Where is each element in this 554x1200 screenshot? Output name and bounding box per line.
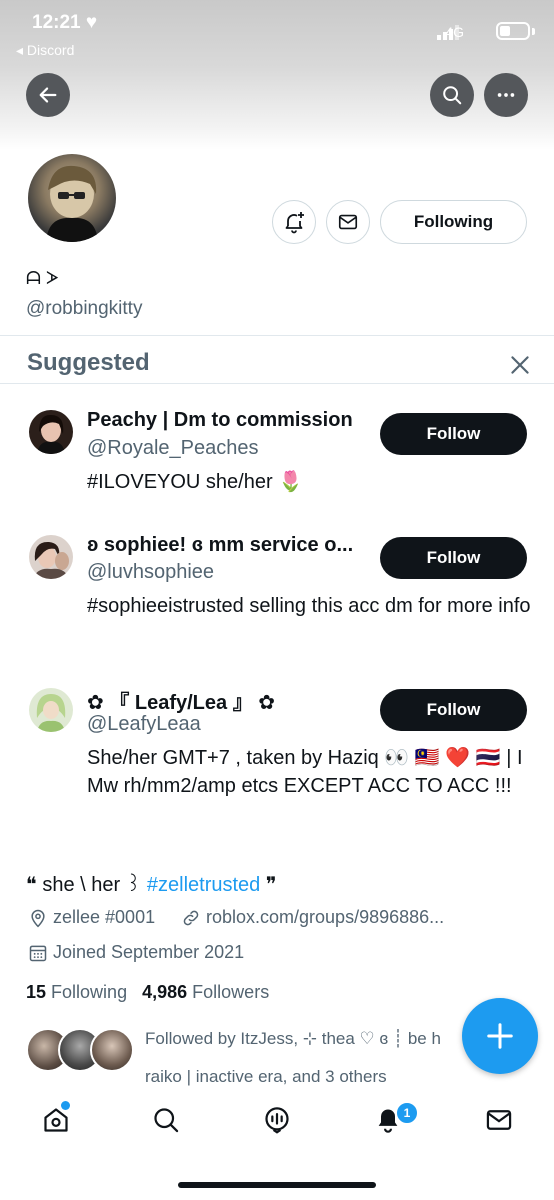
- profile-website-link[interactable]: roblox.com/groups/9896886...: [206, 907, 444, 928]
- compose-button[interactable]: [462, 998, 538, 1074]
- location-icon: [31, 909, 45, 928]
- spaces-icon: [265, 1107, 289, 1134]
- home-indicator: [178, 1182, 376, 1188]
- profile-location: zellee #0001: [53, 907, 156, 927]
- divider: [0, 335, 554, 336]
- battery-tip: [532, 28, 535, 35]
- follow-button[interactable]: Follow: [380, 537, 527, 579]
- suggested-handle: @LeafyLeaa: [87, 713, 201, 735]
- suggested-bio: #ILOVEYOU she/her 🌷: [87, 471, 304, 493]
- profile-handle: @robbingkitty: [26, 298, 143, 319]
- message-button[interactable]: [326, 200, 370, 244]
- follow-button[interactable]: Follow: [380, 413, 527, 455]
- following-stat[interactable]: 15 Following: [26, 982, 127, 1002]
- follower-avatar: [90, 1028, 134, 1072]
- profile-stats: 15 Following 4,986 Followers: [26, 982, 269, 1003]
- divider: [0, 383, 554, 384]
- suggested-bio: #sophieeistrusted selling this acc dm fo…: [87, 595, 531, 617]
- back-to-app-link[interactable]: ◂ Discord: [16, 42, 74, 59]
- bio-text-end: ❞: [260, 874, 277, 896]
- followed-by-line: Followed by ItzJess, ⊹ thea ♡ ɞ ┊ be h: [145, 1029, 441, 1048]
- avatar-image: [28, 154, 116, 242]
- suggested-avatar[interactable]: [29, 535, 73, 579]
- more-icon: [497, 93, 515, 97]
- tab-spaces[interactable]: [257, 1100, 297, 1140]
- following-button[interactable]: Following: [380, 200, 527, 244]
- following-label: Following: [51, 982, 128, 1002]
- suggested-title: Suggested: [27, 349, 150, 376]
- suggested-name[interactable]: ✿ 『 Leafy/Lea 』 ✿: [87, 686, 372, 715]
- suggested-avatar[interactable]: [29, 410, 73, 454]
- suggested-bio: She/her GMT+7 , taken by Haziq 👀 🇲🇾 ❤️ 🇹…: [87, 747, 523, 797]
- suggested-name[interactable]: ʚ sophiee! ɞ mm service o...: [87, 534, 372, 557]
- tab-search[interactable]: [146, 1100, 186, 1140]
- calendar-icon: [29, 945, 47, 962]
- mail-icon: [338, 214, 358, 230]
- profile-bio: ❝ she \ her ꒱ #zelletrusted ❞: [26, 870, 277, 897]
- status-time: 12:21 ♥: [32, 12, 98, 33]
- profile-avatar[interactable]: [24, 150, 120, 246]
- followers-label: Followers: [192, 982, 270, 1002]
- tab-home[interactable]: [36, 1100, 76, 1140]
- back-arrow-icon: [39, 87, 57, 103]
- close-icon[interactable]: [507, 352, 533, 378]
- suggested-name[interactable]: Peachy | Dm to commission: [87, 409, 372, 432]
- search-icon: [443, 86, 462, 105]
- tab-messages[interactable]: [479, 1100, 519, 1140]
- battery-icon: [496, 22, 530, 40]
- followers-count: 4,986: [142, 982, 188, 1002]
- search-icon: [154, 1108, 179, 1133]
- search-button[interactable]: [430, 73, 474, 117]
- notification-badge: 1: [395, 1101, 419, 1125]
- home-icon: [44, 1108, 68, 1132]
- bio-hashtag-link[interactable]: #zelletrusted: [147, 874, 260, 896]
- link-icon: [183, 910, 199, 926]
- suggested-handle: @luvhsophiee: [87, 561, 215, 583]
- back-button[interactable]: [26, 73, 70, 117]
- suggested-avatar[interactable]: [29, 688, 73, 732]
- suggested-handle: @Royale_Peaches: [87, 437, 259, 459]
- network-type: 4G: [445, 24, 464, 40]
- following-count: 15: [26, 982, 47, 1002]
- mail-icon: [486, 1110, 512, 1130]
- more-button[interactable]: [484, 73, 528, 117]
- profile-joined-date: Joined September 2021: [53, 942, 245, 962]
- notification-add-icon: [285, 212, 304, 234]
- profile-display-name: ᗩ ᗆ: [26, 268, 60, 288]
- notification-subscribe-button[interactable]: [272, 200, 316, 244]
- compose-icon: [487, 1023, 513, 1049]
- followers-stat[interactable]: 4,986 Followers: [142, 982, 269, 1002]
- bio-text-start: ❝ she \ her ꒱: [26, 874, 147, 896]
- home-new-indicator: [61, 1101, 70, 1110]
- follow-button[interactable]: Follow: [380, 689, 527, 731]
- followed-by-text[interactable]: Followed by ItzJess, ⊹ thea ♡ ɞ ┊ be h r…: [145, 1020, 475, 1096]
